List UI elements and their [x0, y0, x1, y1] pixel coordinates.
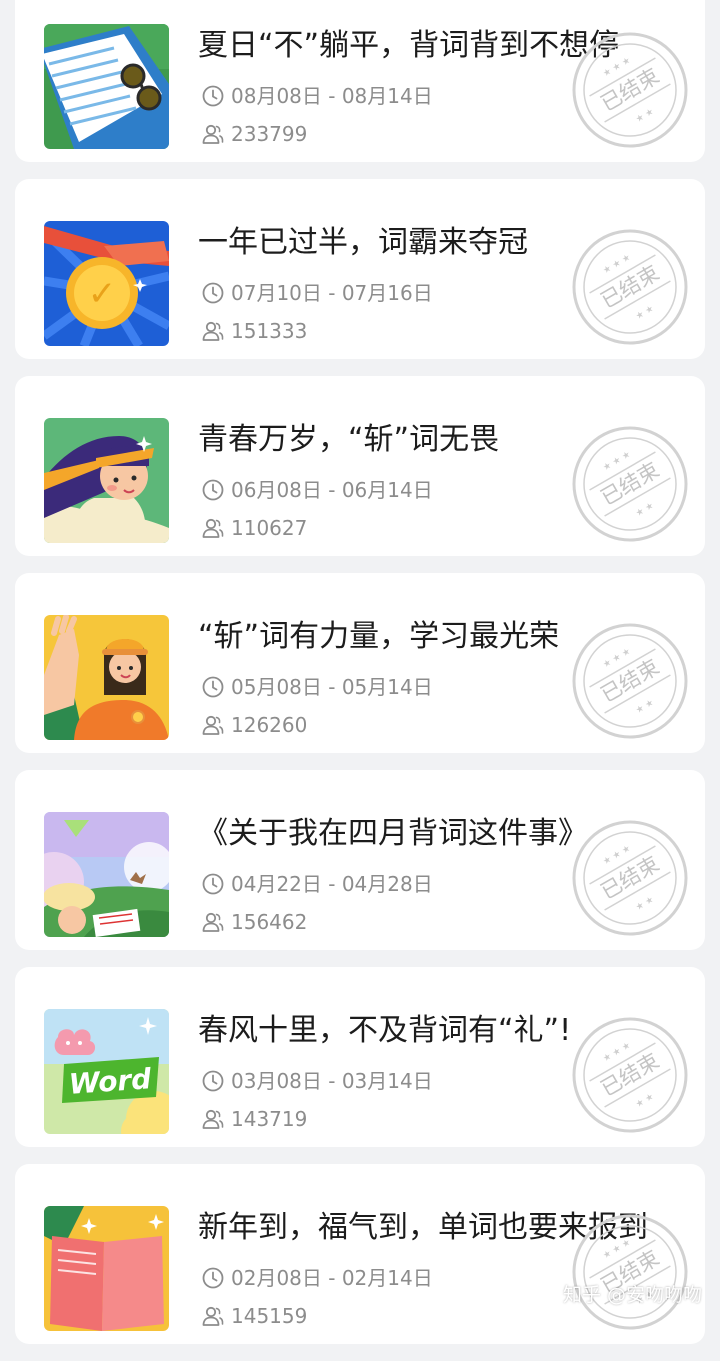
- ended-stamp: 已结束 ★ ★ ★ ★ ★: [570, 424, 690, 544]
- ended-stamp: 已结束 ★ ★ ★ ★ ★: [570, 1015, 690, 1135]
- campaign-participants: 151333: [201, 318, 307, 344]
- svg-text:Word: Word: [68, 1062, 153, 1101]
- ended-stamp: 已结束 ★ ★ ★ ★ ★: [570, 227, 690, 347]
- users-icon: [201, 1107, 225, 1131]
- svg-text:★ ★ ★: ★ ★ ★: [602, 450, 633, 474]
- campaign-card[interactable]: “斩”词有力量，学习最光荣 05月08日 - 05月14日 126260 已结束…: [15, 573, 705, 753]
- svg-text:★ ★ ★: ★ ★ ★: [602, 647, 633, 671]
- participants-count: 110627: [231, 516, 308, 540]
- campaign-card[interactable]: ✓ 一年已过半，词霸来夺冠 07月10日 - 07月16日 151333 已结束…: [15, 179, 705, 359]
- ended-stamp: 已结束 ★ ★ ★ ★ ★: [570, 621, 690, 741]
- participants-count: 156462: [231, 910, 308, 934]
- clock-icon: [201, 675, 225, 699]
- date-range-text: 02月08日 - 02月14日: [231, 1266, 433, 1290]
- campaign-participants: 145159: [201, 1303, 307, 1329]
- users-icon: [201, 910, 225, 934]
- campaign-card[interactable]: 青春万岁，“斩”词无畏 06月08日 - 06月14日 110627 已结束 ★…: [15, 376, 705, 556]
- ended-stamp: 已结束 ★ ★ ★ ★ ★: [570, 1212, 690, 1332]
- clock-icon: [201, 1266, 225, 1290]
- svg-text:★ ★: ★ ★: [634, 1092, 655, 1110]
- campaign-list: 夏日“不”躺平，背词背到不想停 08月08日 - 08月14日 233799 已…: [0, 0, 720, 1361]
- ended-stamp: 已结束 ★ ★ ★ ★ ★: [570, 818, 690, 938]
- svg-text:★ ★ ★: ★ ★ ★: [602, 1238, 633, 1262]
- svg-text:★ ★: ★ ★: [634, 698, 655, 716]
- campaign-participants: 156462: [201, 909, 307, 935]
- users-icon: [201, 1304, 225, 1328]
- svg-text:★ ★: ★ ★: [634, 304, 655, 322]
- clock-icon: [201, 478, 225, 502]
- svg-text:★ ★: ★ ★: [634, 107, 655, 125]
- users-icon: [201, 122, 225, 146]
- watermark: 知乎 @安吻吻吻: [562, 1284, 702, 1306]
- campaign-date-range: 05月08日 - 05月14日: [201, 674, 433, 700]
- clock-icon: [201, 281, 225, 305]
- campaign-date-range: 04月22日 - 04月28日: [201, 871, 433, 897]
- participants-count: 143719: [231, 1107, 308, 1131]
- campaign-thumbnail-newyear-book: [44, 1206, 169, 1331]
- svg-text:★ ★: ★ ★: [634, 895, 655, 913]
- campaign-card[interactable]: 新年到，福气到，单词也要来报到 02月08日 - 02月14日 145159 已…: [15, 1164, 705, 1344]
- campaign-card[interactable]: 《关于我在四月背词这件事》 04月22日 - 04月28日 156462 已结束…: [15, 770, 705, 950]
- campaign-thumbnail-medal: ✓: [44, 221, 169, 346]
- campaign-date-range: 02月08日 - 02月14日: [201, 1265, 433, 1291]
- campaign-participants: 233799: [201, 121, 307, 147]
- svg-text:✓: ✓: [88, 274, 117, 314]
- date-range-text: 05月08日 - 05月14日: [231, 675, 433, 699]
- date-range-text: 03月08日 - 03月14日: [231, 1069, 433, 1093]
- clock-icon: [201, 1069, 225, 1093]
- campaign-participants: 110627: [201, 515, 307, 541]
- clock-icon: [201, 872, 225, 896]
- clock-icon: [201, 84, 225, 108]
- campaign-date-range: 08月08日 - 08月14日: [201, 83, 433, 109]
- campaign-date-range: 06月08日 - 06月14日: [201, 477, 433, 503]
- participants-count: 126260: [231, 713, 308, 737]
- date-range-text: 04月22日 - 04月28日: [231, 872, 433, 896]
- svg-text:★ ★ ★: ★ ★ ★: [602, 253, 633, 277]
- campaign-thumbnail-word: Word: [44, 1009, 169, 1134]
- date-range-text: 07月10日 - 07月16日: [231, 281, 433, 305]
- participants-count: 151333: [231, 319, 308, 343]
- users-icon: [201, 516, 225, 540]
- date-range-text: 08月08日 - 08月14日: [231, 84, 433, 108]
- users-icon: [201, 713, 225, 737]
- campaign-participants: 143719: [201, 1106, 307, 1132]
- campaign-thumbnail-worker: [44, 615, 169, 740]
- campaign-date-range: 03月08日 - 03月14日: [201, 1068, 433, 1094]
- campaign-participants: 126260: [201, 712, 307, 738]
- svg-text:★ ★ ★: ★ ★ ★: [602, 844, 633, 868]
- svg-text:★ ★: ★ ★: [634, 501, 655, 519]
- campaign-thumbnail-book: [44, 24, 169, 149]
- campaign-card[interactable]: 夏日“不”躺平，背词背到不想停 08月08日 - 08月14日 233799 已…: [15, 0, 705, 162]
- campaign-thumbnail-girl: [44, 418, 169, 543]
- campaign-thumbnail-landscape: [44, 812, 169, 937]
- users-icon: [201, 319, 225, 343]
- campaign-card[interactable]: Word 春风十里，不及背词有“礼”! 03月08日 - 03月14日 1437…: [15, 967, 705, 1147]
- campaign-date-range: 07月10日 - 07月16日: [201, 280, 433, 306]
- svg-text:★ ★ ★: ★ ★ ★: [602, 1041, 633, 1065]
- ended-stamp: 已结束 ★ ★ ★ ★ ★: [570, 30, 690, 150]
- date-range-text: 06月08日 - 06月14日: [231, 478, 433, 502]
- participants-count: 233799: [231, 122, 308, 146]
- participants-count: 145159: [231, 1304, 308, 1328]
- svg-text:★ ★ ★: ★ ★ ★: [602, 56, 633, 80]
